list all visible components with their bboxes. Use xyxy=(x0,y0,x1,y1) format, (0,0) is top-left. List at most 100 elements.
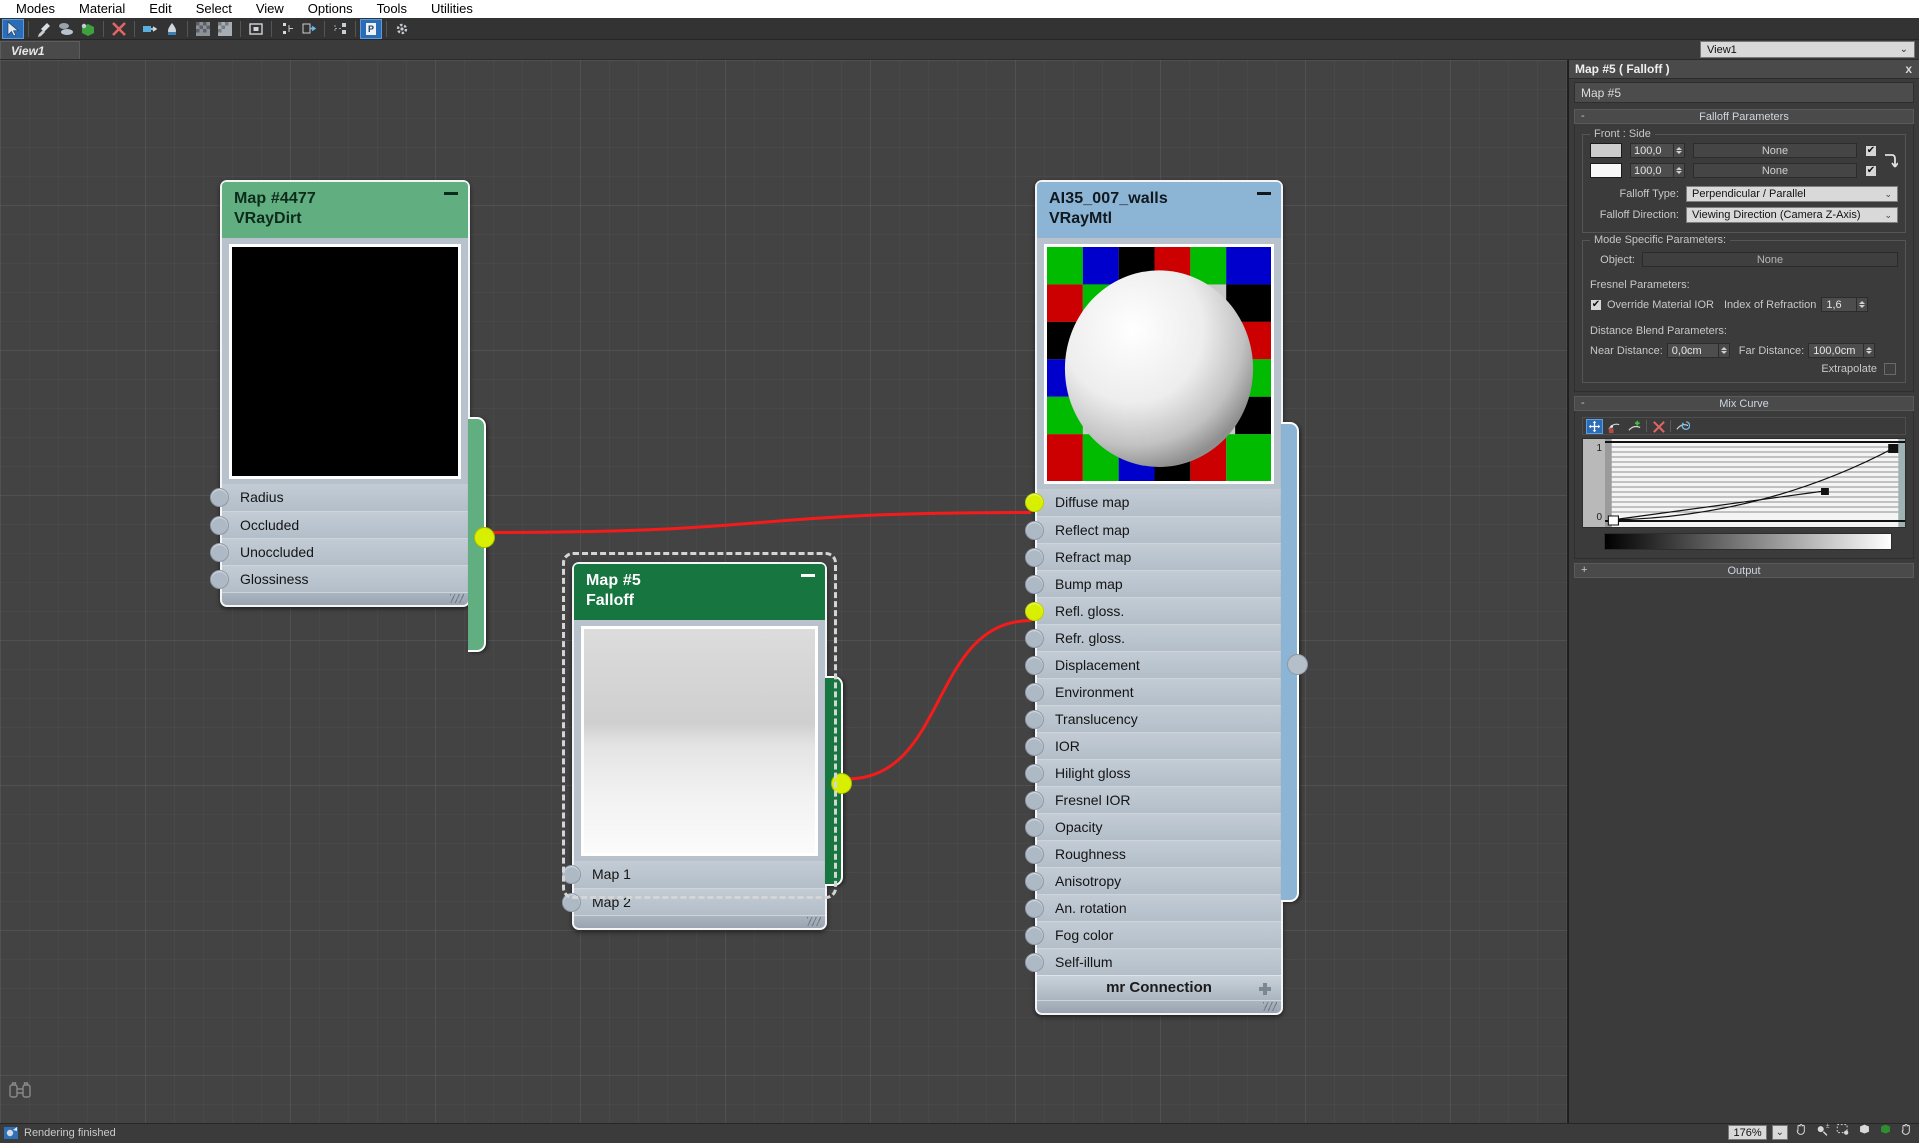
extrapolate-checkbox[interactable] xyxy=(1884,363,1896,375)
socket-dot[interactable] xyxy=(210,516,229,535)
node-collapse-icon[interactable] xyxy=(444,192,458,195)
override-material-ior-checkbox[interactable] xyxy=(1590,299,1602,311)
connection-wire[interactable] xyxy=(490,513,1031,533)
socket-row[interactable]: Occluded xyxy=(222,511,468,538)
side-map-button[interactable]: None xyxy=(1693,163,1857,178)
socket-row[interactable]: Displacement xyxy=(1037,651,1281,678)
node-header-vraymtl[interactable]: AI35_007_wallsVRayMtl xyxy=(1037,182,1281,238)
socket-dot[interactable] xyxy=(1025,818,1044,837)
socket-dot[interactable] xyxy=(1025,899,1044,918)
pan-all-icon[interactable] xyxy=(1898,1122,1915,1143)
resize-grip-icon[interactable] xyxy=(1263,1002,1277,1011)
socket-row[interactable]: Self-illum xyxy=(1037,948,1281,975)
resize-grip-icon[interactable] xyxy=(450,594,464,603)
menu-item-options[interactable]: Options xyxy=(296,0,365,18)
socket-dot[interactable] xyxy=(1025,791,1044,810)
put-material-to-scene-tool[interactable] xyxy=(161,19,183,39)
rollout-header-output[interactable]: + Output xyxy=(1574,563,1914,578)
socket-row[interactable]: Refl. gloss. xyxy=(1037,597,1281,624)
delete-point-tool[interactable] xyxy=(1650,419,1667,434)
socket-dot[interactable] xyxy=(1025,710,1044,729)
front-color-swatch[interactable] xyxy=(1590,143,1622,158)
node-resize-footer[interactable] xyxy=(1037,1000,1281,1013)
chevron-down-icon[interactable]: ⌄ xyxy=(1772,1125,1788,1140)
object-picker-button[interactable]: None xyxy=(1642,252,1898,267)
swap-arrow-icon[interactable] xyxy=(1880,147,1898,177)
node-mr-connection-row[interactable]: mr Connection xyxy=(1037,975,1281,1000)
menu-item-utilities[interactable]: Utilities xyxy=(419,0,485,18)
near-distance-spinner[interactable] xyxy=(1719,343,1730,358)
output-socket-dot[interactable] xyxy=(474,527,495,548)
socket-dot[interactable] xyxy=(1025,683,1044,702)
curve-plot-area[interactable] xyxy=(1605,439,1905,527)
pick-material-tool[interactable] xyxy=(33,19,55,39)
parameter-editor-tool[interactable]: P xyxy=(360,19,382,39)
node-collapse-icon[interactable] xyxy=(801,574,815,577)
node-resize-footer[interactable] xyxy=(574,915,825,928)
rollout-header-mix-curve[interactable]: - Mix Curve xyxy=(1574,396,1914,411)
menu-item-modes[interactable]: Modes xyxy=(4,0,67,18)
index-of-refraction-spinner[interactable] xyxy=(1857,297,1868,312)
options-tool[interactable] xyxy=(391,19,413,39)
socket-dot[interactable] xyxy=(1025,575,1044,594)
material-name-field[interactable]: Map #5 xyxy=(1574,82,1914,103)
socket-dot[interactable] xyxy=(562,865,581,884)
falloff-direction-dropdown[interactable]: Viewing Direction (Camera Z-Axis) ⌄ xyxy=(1686,207,1898,223)
socket-row[interactable]: Bump map xyxy=(1037,570,1281,597)
front-map-enable-checkbox[interactable] xyxy=(1865,145,1877,157)
move-children-tool[interactable] xyxy=(139,19,161,39)
node-falloff[interactable]: Map #5FalloffMap 1Map 2 xyxy=(572,562,827,930)
socket-dot[interactable] xyxy=(1025,656,1044,675)
node-output-tab-vraydirt[interactable] xyxy=(468,417,486,652)
socket-row[interactable]: Hilight gloss xyxy=(1037,759,1281,786)
socket-row[interactable]: Environment xyxy=(1037,678,1281,705)
socket-dot[interactable] xyxy=(1025,845,1044,864)
resize-grip-icon[interactable] xyxy=(807,917,821,926)
far-distance-input[interactable]: 100,0cm xyxy=(1808,343,1864,358)
socket-dot[interactable] xyxy=(210,488,229,507)
socket-dot[interactable] xyxy=(1025,521,1044,540)
rollout-header-falloff[interactable]: - Falloff Parameters xyxy=(1574,109,1914,124)
socket-dot[interactable] xyxy=(210,543,229,562)
zoom-region-icon[interactable] xyxy=(1835,1122,1852,1143)
node-resize-footer[interactable] xyxy=(222,592,468,605)
socket-row[interactable]: Unoccluded xyxy=(222,538,468,565)
menu-item-tools[interactable]: Tools xyxy=(365,0,419,18)
socket-dot[interactable] xyxy=(1025,548,1044,567)
menu-item-select[interactable]: Select xyxy=(184,0,244,18)
far-distance-spinner[interactable] xyxy=(1864,343,1875,358)
assign-material-tool[interactable] xyxy=(55,19,77,39)
show-in-viewport-tool[interactable] xyxy=(77,19,99,39)
connection-wire[interactable] xyxy=(847,621,1031,780)
menu-item-edit[interactable]: Edit xyxy=(137,0,183,18)
view-selector-dropdown[interactable]: View1 ⌄ xyxy=(1700,41,1915,58)
node-graph-canvas[interactable]: Map #4477VRayDirtRadiusOccludedUnocclude… xyxy=(0,60,1568,1123)
socket-dot[interactable] xyxy=(1025,737,1044,756)
socket-row[interactable]: Fresnel IOR xyxy=(1037,786,1281,813)
panel-close-icon[interactable]: x xyxy=(1905,62,1912,76)
scale-point-tool[interactable] xyxy=(1606,419,1623,434)
zoom-extents-icon[interactable] xyxy=(1856,1122,1873,1143)
socket-dot[interactable] xyxy=(1025,764,1044,783)
socket-row[interactable]: Glossiness xyxy=(222,565,468,592)
delete-tool[interactable] xyxy=(108,19,130,39)
reset-curve-tool[interactable] xyxy=(1674,419,1691,434)
socket-dot[interactable] xyxy=(1025,953,1044,972)
menu-item-view[interactable]: View xyxy=(244,0,296,18)
move-point-tool[interactable] xyxy=(1586,419,1603,434)
add-point-tool[interactable] xyxy=(1626,419,1643,434)
render-map-tool[interactable] xyxy=(245,19,267,39)
plus-icon[interactable] xyxy=(1259,983,1271,995)
material-id-tool[interactable] xyxy=(298,19,320,39)
socket-row[interactable]: Anisotropy xyxy=(1037,867,1281,894)
socket-row[interactable]: IOR xyxy=(1037,732,1281,759)
socket-row[interactable]: Reflect map xyxy=(1037,516,1281,543)
side-amount-spinner[interactable] xyxy=(1674,163,1685,178)
show-background2-tool[interactable] xyxy=(214,19,236,39)
socket-row[interactable]: Diffuse map xyxy=(1037,489,1281,516)
falloff-type-dropdown[interactable]: Perpendicular / Parallel ⌄ xyxy=(1686,186,1898,202)
node-output-tab-vraymtl[interactable] xyxy=(1281,422,1299,902)
select-tool[interactable] xyxy=(2,19,24,39)
socket-row[interactable]: An. rotation xyxy=(1037,894,1281,921)
zoom-level-field[interactable]: 176% xyxy=(1728,1125,1766,1140)
